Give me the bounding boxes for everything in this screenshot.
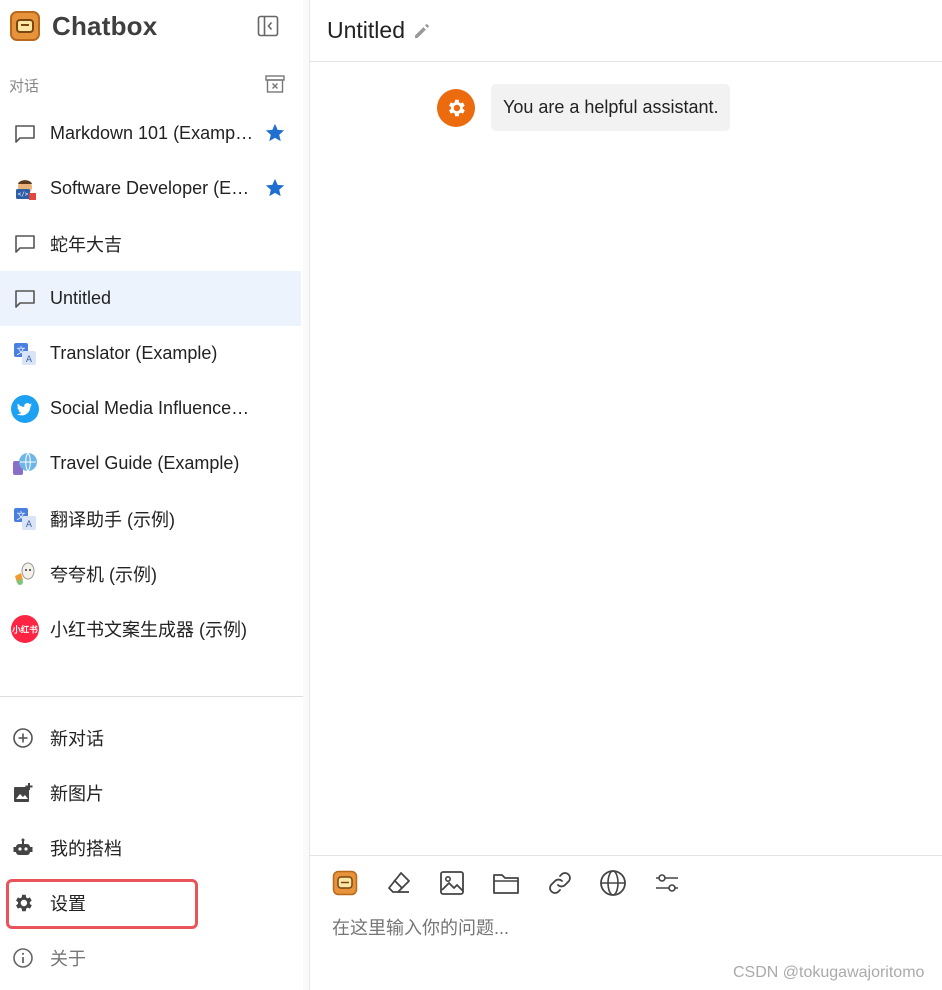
conversation-label: Translator (Example) <box>50 343 218 363</box>
nav-label: 新对话 <box>50 728 104 749</box>
eraser-icon[interactable] <box>384 868 414 898</box>
composer-toolbar <box>330 868 706 898</box>
conversations-section-label: 对话 <box>9 78 40 95</box>
conversation-item-selected[interactable]: Untitled <box>0 271 301 326</box>
conversation-label: Markdown 101 (Example) <box>50 123 255 143</box>
globe-luggage-icon <box>10 449 40 479</box>
conversation-label: 翻译助手 (示例) <box>50 509 175 530</box>
system-message: You are a helpful assistant. <box>437 84 731 131</box>
brand: Chatbox <box>10 10 157 42</box>
svg-text:</>: </> <box>18 191 29 198</box>
archive-icon[interactable] <box>264 74 286 94</box>
developer-avatar-icon: </> <box>10 174 40 204</box>
svg-text:小红书: 小红书 <box>11 624 38 635</box>
conversation-label: Travel Guide (Example) <box>50 453 240 473</box>
translate-icon: 文A <box>10 339 40 369</box>
message-bubble: You are a helpful assistant. <box>491 84 731 131</box>
image-icon[interactable] <box>437 868 467 898</box>
chat-header: Untitled <box>310 0 942 62</box>
conversation-label: 夸夸机 (示例) <box>50 564 157 585</box>
svg-text:A: A <box>26 520 33 530</box>
page-title: Untitled <box>327 17 405 43</box>
xiaohongshu-icon: 小红书 <box>10 614 40 644</box>
globe-icon[interactable] <box>598 868 628 898</box>
conversation-label: Untitled <box>50 288 112 308</box>
conversation-item[interactable]: 文A Translator (Example) <box>0 326 301 381</box>
add-image-icon <box>11 781 35 805</box>
nav-label: 关于 <box>50 948 86 969</box>
conversation-item[interactable]: Travel Guide (Example) <box>0 436 301 491</box>
app-name: Chatbox <box>52 10 158 41</box>
translate-icon: 文A <box>10 504 40 534</box>
chatbox-logo-icon[interactable] <box>330 868 360 898</box>
chatbox-logo-icon <box>10 11 40 41</box>
conversation-label: Software Developer (Example) <box>50 178 255 198</box>
link-icon[interactable] <box>545 868 575 898</box>
plus-circle-icon <box>11 726 35 750</box>
conversation-item[interactable]: 文A 翻译助手 (示例) <box>0 491 301 546</box>
conversation-item[interactable]: </> Software Developer (Example) <box>0 161 301 216</box>
star-icon[interactable] <box>264 122 286 144</box>
message-input[interactable] <box>332 918 922 939</box>
cheer-icon <box>10 559 40 589</box>
chat-main: Untitled You are a helpful assistant. CS… <box>309 0 942 990</box>
sidebar: Chatbox 对话 Markdown 101 (Example) </> So… <box>0 0 303 990</box>
conversation-label: 蛇年大吉 <box>50 234 122 255</box>
twitter-icon <box>10 394 40 424</box>
conversation-item[interactable]: 蛇年大吉 <box>0 216 301 271</box>
composer: CSDN @tokugawajoritomo <box>310 855 942 990</box>
conversation-item[interactable]: 小红书 小红书文案生成器 (示例) <box>0 601 301 656</box>
nav-label: 我的搭档 <box>50 838 122 859</box>
my-copilots-button[interactable]: 我的搭档 <box>0 820 303 875</box>
new-chat-button[interactable]: 新对话 <box>0 710 303 765</box>
info-icon <box>11 946 35 970</box>
conversation-item[interactable]: Markdown 101 (Example) <box>0 106 301 161</box>
gear-icon <box>437 88 475 127</box>
edit-title-icon[interactable] <box>412 21 432 41</box>
settings-highlight-annotation <box>6 879 198 929</box>
watermark: CSDN @tokugawajoritomo <box>733 964 925 981</box>
star-icon[interactable] <box>264 177 286 199</box>
svg-text:A: A <box>26 355 33 365</box>
collapse-sidebar-icon[interactable] <box>256 14 280 38</box>
sidebar-nav: 新对话 新图片 我的搭档 设置 关于 <box>0 710 303 985</box>
chat-bubble-icon <box>10 284 40 314</box>
settings-sliders-icon[interactable] <box>652 868 682 898</box>
conversation-label: 小红书文案生成器 (示例) <box>50 619 247 640</box>
chat-bubble-icon <box>10 119 40 149</box>
nav-label: 新图片 <box>50 783 104 804</box>
conversation-item[interactable]: 夸夸机 (示例) <box>0 546 301 601</box>
about-button[interactable]: 关于 <box>0 930 303 985</box>
conversation-item[interactable]: Social Media Influencer (Example) <box>0 381 301 436</box>
conversation-label: Social Media Influencer (Example) <box>50 398 255 418</box>
folder-icon[interactable] <box>491 868 521 898</box>
chat-bubble-icon <box>10 229 40 259</box>
sidebar-divider <box>0 696 303 697</box>
conversation-list: Markdown 101 (Example) </> Software Deve… <box>0 106 301 656</box>
robot-icon <box>11 836 35 860</box>
new-image-button[interactable]: 新图片 <box>0 765 303 820</box>
